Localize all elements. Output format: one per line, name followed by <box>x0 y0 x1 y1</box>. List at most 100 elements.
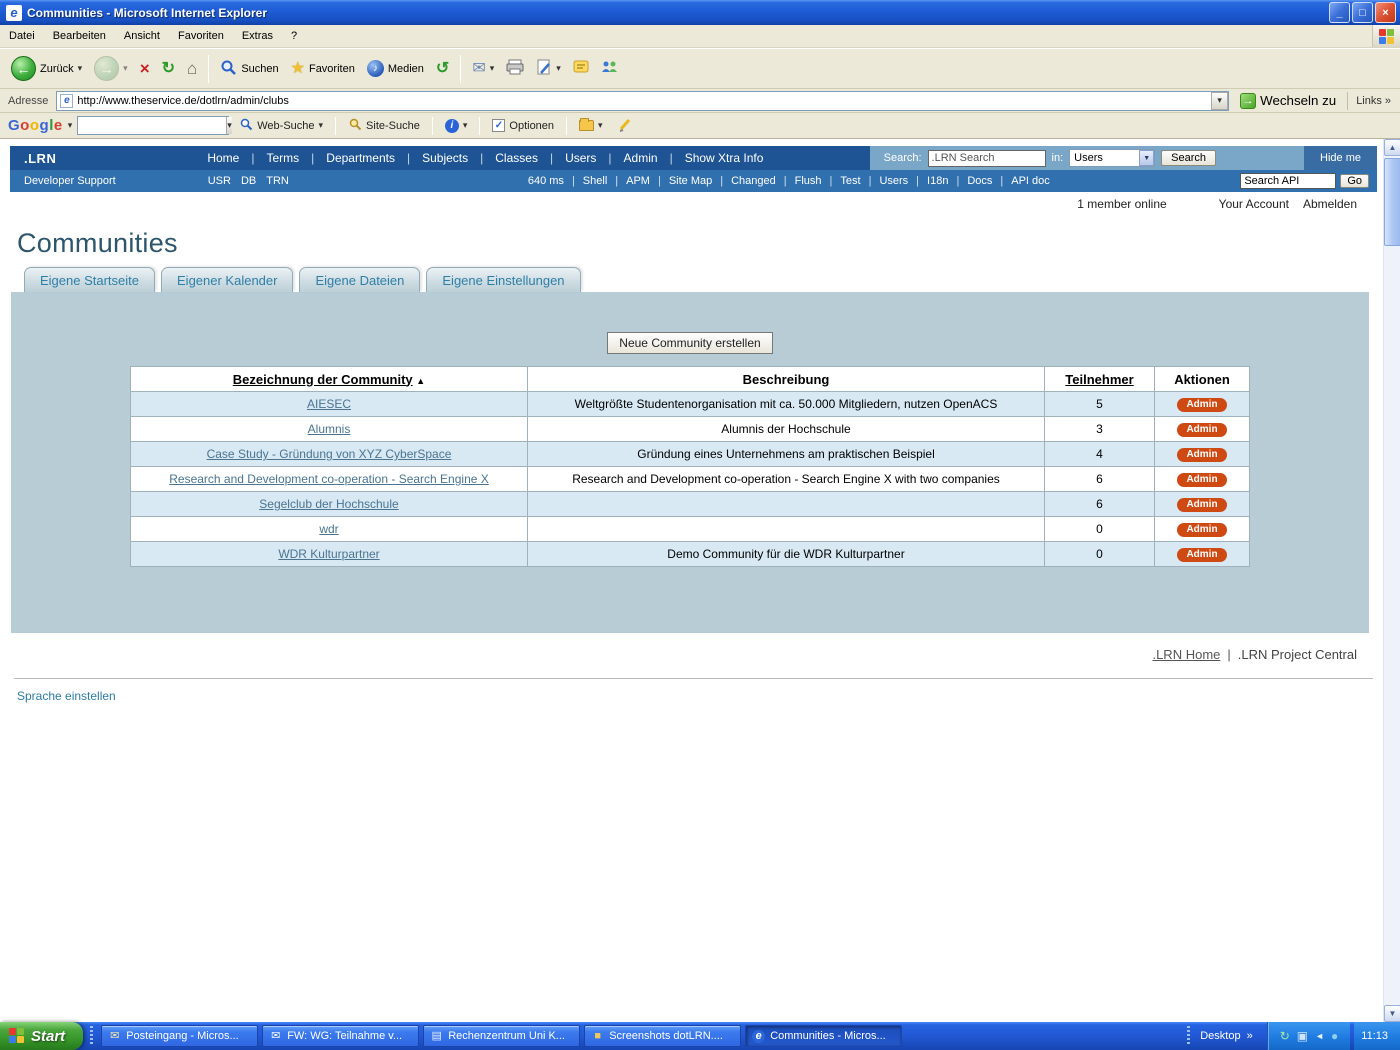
sort-by-name-link[interactable]: Bezeichnung der Community <box>233 372 413 387</box>
admin-button[interactable]: Admin <box>1177 423 1226 437</box>
volume-icon[interactable]: ◄ <box>1315 1032 1324 1041</box>
community-link[interactable]: AIESEC <box>307 397 351 411</box>
google-web-search-button[interactable]: Web-Suche ▾ <box>234 114 328 137</box>
nav-item[interactable]: Admin <box>602 151 663 165</box>
lrn-search-input[interactable] <box>928 150 1046 167</box>
tab[interactable]: Eigener Kalender <box>161 267 293 292</box>
logout-link[interactable]: Abmelden <box>1303 197 1357 211</box>
google-logo[interactable]: Google <box>8 117 63 134</box>
lrn-project-central[interactable]: .LRN Project Central <box>1238 647 1357 662</box>
google-folder-button[interactable]: ▾ <box>574 117 608 134</box>
community-link[interactable]: Case Study - Gründung von XYZ CyberSpace <box>207 447 452 461</box>
print-button[interactable] <box>501 55 529 82</box>
taskbar-item[interactable]: ✉ FW: WG: Teilnahme v... <box>262 1025 419 1047</box>
admin-button[interactable]: Admin <box>1177 498 1226 512</box>
dev-link[interactable]: API doc <box>996 175 1053 187</box>
links-toolbar[interactable]: Links » <box>1347 92 1395 110</box>
your-account-link[interactable]: Your Account <box>1219 197 1289 211</box>
tab[interactable]: Eigene Startseite <box>24 267 155 292</box>
google-options-button[interactable]: ✓ Optionen <box>487 116 559 135</box>
admin-button[interactable]: Admin <box>1177 398 1226 412</box>
vertical-scrollbar[interactable]: ▲ ▼ <box>1383 139 1400 1022</box>
community-link[interactable]: WDR Kulturpartner <box>278 547 379 561</box>
home-button[interactable]: ⌂ <box>182 56 202 81</box>
hide-me-link[interactable]: Hide me <box>1304 146 1377 170</box>
stop-button[interactable]: × <box>135 56 155 81</box>
go-button[interactable]: → Wechseln zu <box>1234 91 1342 111</box>
dev-link[interactable]: Shell <box>568 175 611 187</box>
admin-button[interactable]: Admin <box>1177 523 1226 537</box>
community-link[interactable]: Alumnis <box>308 422 351 436</box>
api-search-input[interactable] <box>1240 173 1336 189</box>
edit-button[interactable]: ▾ <box>531 55 566 83</box>
menu-item[interactable]: ? <box>282 26 306 46</box>
dev-link[interactable]: APM <box>611 175 654 187</box>
google-highlighter-button[interactable] <box>613 114 638 138</box>
lrn-logo[interactable]: .LRN <box>24 151 56 166</box>
desktop-chevron-icon[interactable]: » <box>1247 1030 1253 1042</box>
media-button[interactable]: ♪ Medien <box>362 56 429 81</box>
nav-item[interactable]: Users <box>544 151 602 165</box>
close-button[interactable]: × <box>1375 2 1396 23</box>
scope-select[interactable]: Users ▼ <box>1069 149 1155 167</box>
nav-item[interactable]: Home <box>201 151 245 165</box>
favorites-button[interactable]: ★ Favoriten <box>286 57 360 81</box>
refresh-button[interactable]: ↻ <box>157 57 180 81</box>
google-info-button[interactable]: i ▾ <box>440 116 473 136</box>
create-community-button[interactable]: Neue Community erstellen <box>607 332 772 354</box>
menu-item[interactable]: Favoriten <box>169 26 233 46</box>
updates-icon[interactable]: ↻ <box>1280 1030 1290 1042</box>
nav-item[interactable]: Terms <box>245 151 305 165</box>
minimize-button[interactable]: _ <box>1329 2 1350 23</box>
community-link[interactable]: wdr <box>319 522 338 536</box>
start-button[interactable]: Start <box>0 1022 83 1050</box>
google-search-dropdown-icon[interactable]: ▾ <box>226 117 232 134</box>
search-button[interactable]: Suchen <box>215 55 283 83</box>
sort-by-members-link[interactable]: Teilnehmer <box>1065 372 1133 387</box>
google-site-search-button[interactable]: Site-Suche <box>343 114 425 137</box>
back-button[interactable]: ← Zurück ▾ <box>6 52 87 85</box>
scroll-down-button[interactable]: ▼ <box>1384 1005 1400 1022</box>
api-go-button[interactable]: Go <box>1340 174 1369 188</box>
mail-button[interactable]: ✉ ▾ <box>467 57 499 81</box>
taskbar-item[interactable]: e Communities - Micros... <box>745 1025 902 1047</box>
menu-item[interactable]: Datei <box>0 26 44 46</box>
nav-item[interactable]: Departments <box>305 151 401 165</box>
community-link[interactable]: Segelclub der Hochschule <box>259 497 398 511</box>
display-icon[interactable]: ▣ <box>1297 1030 1308 1042</box>
dev-flag[interactable]: USR <box>208 175 231 187</box>
restore-button[interactable]: □ <box>1352 2 1373 23</box>
community-link[interactable]: Research and Development co-operation - … <box>169 472 489 486</box>
address-input[interactable] <box>77 95 1207 107</box>
dev-link[interactable]: I18n <box>912 175 952 187</box>
scrollbar-thumb[interactable] <box>1384 158 1400 246</box>
tab[interactable]: Eigene Einstellungen <box>426 267 580 292</box>
menu-item[interactable]: Bearbeiten <box>44 26 115 46</box>
address-dropdown-icon[interactable]: ▾ <box>1211 92 1228 110</box>
language-link[interactable]: Sprache einstellen <box>17 689 116 703</box>
lrn-search-button[interactable]: Search <box>1161 150 1216 166</box>
taskbar-item[interactable]: ▤ Rechenzentrum Uni K... <box>423 1025 580 1047</box>
taskbar-item[interactable]: ■ Screenshots dotLRN.... <box>584 1025 741 1047</box>
google-search-input[interactable] <box>78 120 226 132</box>
scroll-up-button[interactable]: ▲ <box>1384 139 1400 156</box>
dev-link[interactable]: Docs <box>952 175 996 187</box>
dev-link[interactable]: Test <box>826 175 865 187</box>
messenger-button[interactable] <box>596 55 623 82</box>
nav-item[interactable]: Subjects <box>401 151 474 165</box>
history-button[interactable]: ↺ <box>431 57 454 81</box>
nav-item[interactable]: Show Xtra Info <box>664 151 770 165</box>
menu-item[interactable]: Extras <box>233 26 282 46</box>
dev-link[interactable]: Flush <box>780 175 826 187</box>
google-logo-dropdown-icon[interactable]: ▾ <box>68 121 73 130</box>
forward-button[interactable]: → ▾ <box>89 52 133 85</box>
admin-button[interactable]: Admin <box>1177 448 1226 462</box>
taskbar-item[interactable]: ✉ Posteingang - Micros... <box>101 1025 258 1047</box>
admin-button[interactable]: Admin <box>1177 473 1226 487</box>
dev-link[interactable]: 640 ms <box>524 175 568 187</box>
network-icon[interactable]: ● <box>1331 1030 1338 1042</box>
dev-flag[interactable]: TRN <box>266 175 289 187</box>
dev-link[interactable]: Site Map <box>654 175 716 187</box>
lrn-home-link[interactable]: .LRN Home <box>1152 647 1220 662</box>
links-chevron-icon[interactable]: » <box>1385 95 1391 107</box>
